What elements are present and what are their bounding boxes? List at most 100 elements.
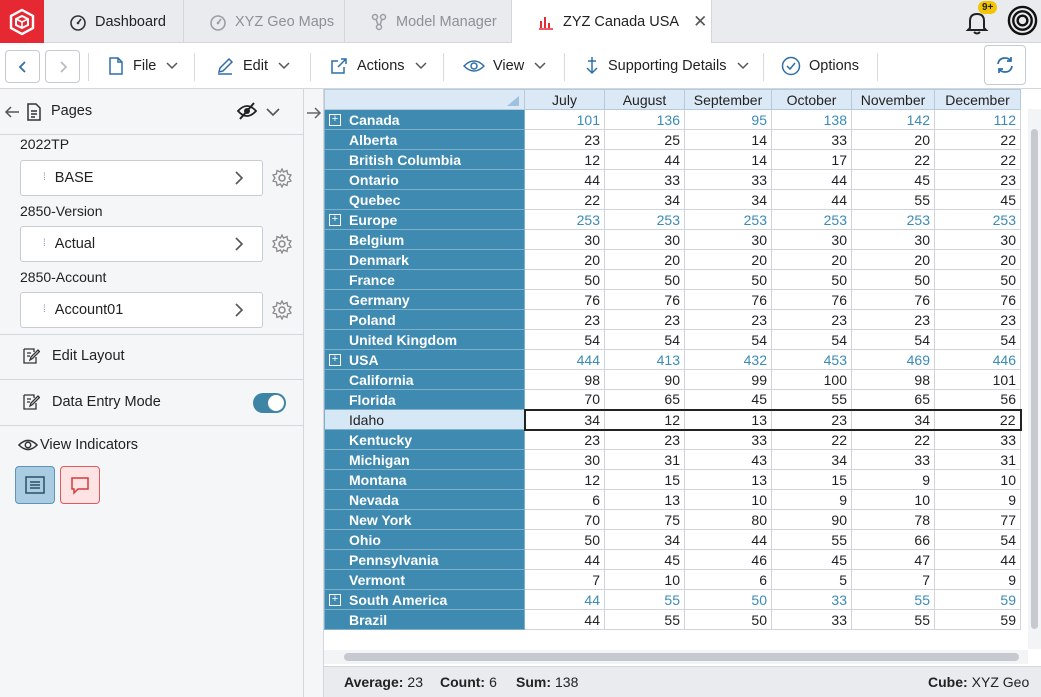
data-cell[interactable]: 23 xyxy=(524,129,605,150)
data-cell[interactable]: 30 xyxy=(934,229,1021,250)
data-cell[interactable]: 34 xyxy=(771,449,852,470)
data-cell[interactable]: 444 xyxy=(524,349,605,370)
data-cell[interactable]: 65 xyxy=(604,389,685,410)
arrow-left-icon[interactable] xyxy=(4,105,20,119)
data-cell[interactable]: 55 xyxy=(771,529,852,550)
data-cell[interactable]: 33 xyxy=(851,449,935,470)
data-cell[interactable]: 23 xyxy=(771,309,852,330)
data-cell[interactable]: 9 xyxy=(934,489,1021,510)
drag-handle-icon[interactable]: ⁞ xyxy=(43,173,46,183)
tab-model-manager[interactable]: Model Manager xyxy=(345,0,512,43)
expand-icon[interactable]: + xyxy=(329,354,341,366)
data-cell[interactable]: 112 xyxy=(934,109,1021,130)
tab-dashboard[interactable]: Dashboard xyxy=(44,0,184,43)
data-cell[interactable]: 66 xyxy=(851,529,935,550)
file-menu[interactable]: File xyxy=(107,43,186,89)
gear-icon[interactable] xyxy=(272,168,292,188)
data-cell[interactable]: 15 xyxy=(604,469,685,490)
data-cell[interactable]: 30 xyxy=(524,229,605,250)
row-header[interactable]: + Canada xyxy=(324,109,525,130)
data-cell[interactable]: 20 xyxy=(934,249,1021,270)
scroll-thumb[interactable] xyxy=(344,653,1019,661)
data-cell[interactable]: 59 xyxy=(934,589,1021,610)
data-cell[interactable]: 253 xyxy=(771,209,852,230)
data-cell[interactable]: 50 xyxy=(524,529,605,550)
data-cell[interactable]: 76 xyxy=(771,289,852,310)
data-cell[interactable]: 136 xyxy=(604,109,685,130)
data-cell[interactable]: 45 xyxy=(604,549,685,570)
data-cell[interactable]: 22 xyxy=(934,149,1021,170)
refresh-button[interactable] xyxy=(984,45,1026,85)
row-header[interactable]: France xyxy=(324,269,525,290)
eye-off-icon[interactable] xyxy=(236,101,258,121)
data-cell[interactable]: 9 xyxy=(771,489,852,510)
data-cell[interactable]: 33 xyxy=(771,129,852,150)
tab-zyz-canada-usa[interactable]: ZYZ Canada USA ✕ xyxy=(512,0,712,44)
data-cell[interactable]: 54 xyxy=(851,329,935,350)
gear-icon[interactable] xyxy=(272,300,292,320)
data-cell[interactable]: 20 xyxy=(604,249,685,270)
supporting-detail-indicator-button[interactable] xyxy=(15,466,55,504)
data-cell[interactable]: 33 xyxy=(604,169,685,190)
dimension-selector-2850-account[interactable]: ⁞ Account01 xyxy=(20,292,263,328)
dimension-selector-2022tp[interactable]: ⁞ BASE xyxy=(20,160,263,196)
row-header[interactable]: Montana xyxy=(324,469,525,490)
data-cell[interactable]: 13 xyxy=(684,469,772,490)
data-cell[interactable]: 17 xyxy=(771,149,852,170)
row-header[interactable]: Ontario xyxy=(324,169,525,190)
row-header[interactable]: British Columbia xyxy=(324,149,525,170)
row-header[interactable]: Vermont xyxy=(324,569,525,590)
data-cell[interactable]: 56 xyxy=(934,389,1021,410)
data-cell[interactable]: 142 xyxy=(851,109,935,130)
data-cell[interactable]: 446 xyxy=(934,349,1021,370)
data-cell[interactable]: 20 xyxy=(851,129,935,150)
data-cell[interactable]: 9 xyxy=(934,569,1021,590)
data-cell[interactable]: 23 xyxy=(524,309,605,330)
data-cell[interactable]: 76 xyxy=(851,289,935,310)
data-cell[interactable]: 14 xyxy=(684,129,772,150)
data-cell[interactable]: 22 xyxy=(524,189,605,210)
data-cell[interactable]: 413 xyxy=(604,349,685,370)
expand-icon[interactable]: + xyxy=(329,114,341,126)
data-cell[interactable]: 23 xyxy=(771,408,852,431)
data-cell[interactable]: 9 xyxy=(851,469,935,490)
data-cell[interactable]: 46 xyxy=(684,549,772,570)
data-cell[interactable]: 138 xyxy=(771,109,852,130)
data-cell[interactable]: 14 xyxy=(684,149,772,170)
data-cell[interactable]: 50 xyxy=(934,269,1021,290)
data-cell[interactable]: 20 xyxy=(771,249,852,270)
data-cell[interactable]: 30 xyxy=(604,229,685,250)
data-cell[interactable]: 50 xyxy=(684,269,772,290)
row-header[interactable]: New York xyxy=(324,509,525,530)
data-cell[interactable]: 23 xyxy=(604,309,685,330)
data-cell[interactable]: 22 xyxy=(851,149,935,170)
data-cell[interactable]: 54 xyxy=(684,329,772,350)
data-cell[interactable]: 33 xyxy=(771,589,852,610)
data-cell[interactable]: 6 xyxy=(684,569,772,590)
dimension-selector-2850-version[interactable]: ⁞ Actual xyxy=(20,226,263,262)
data-cell[interactable]: 70 xyxy=(524,509,605,530)
supporting-details-menu[interactable]: Supporting Details xyxy=(584,43,757,89)
data-cell[interactable]: 23 xyxy=(851,309,935,330)
data-cell[interactable]: 55 xyxy=(851,609,935,630)
data-cell[interactable]: 30 xyxy=(851,229,935,250)
data-cell[interactable]: 55 xyxy=(604,589,685,610)
column-header[interactable]: October xyxy=(771,89,852,110)
data-cell[interactable]: 90 xyxy=(771,509,852,530)
data-cell[interactable]: 23 xyxy=(934,169,1021,190)
data-cell[interactable]: 44 xyxy=(524,589,605,610)
data-cell[interactable]: 10 xyxy=(851,489,935,510)
data-cell[interactable]: 54 xyxy=(604,329,685,350)
data-cell[interactable]: 25 xyxy=(604,129,685,150)
data-cell[interactable]: 44 xyxy=(524,549,605,570)
data-cell[interactable]: 30 xyxy=(771,229,852,250)
scroll-thumb[interactable] xyxy=(1031,129,1038,629)
data-cell[interactable]: 33 xyxy=(771,609,852,630)
column-header[interactable]: November xyxy=(851,89,935,110)
data-cell[interactable]: 15 xyxy=(771,469,852,490)
data-cell[interactable]: 50 xyxy=(604,269,685,290)
data-cell[interactable]: 45 xyxy=(684,389,772,410)
row-header[interactable]: Denmark xyxy=(324,249,525,270)
data-cell[interactable]: 10 xyxy=(604,569,685,590)
data-cell[interactable]: 45 xyxy=(934,189,1021,210)
